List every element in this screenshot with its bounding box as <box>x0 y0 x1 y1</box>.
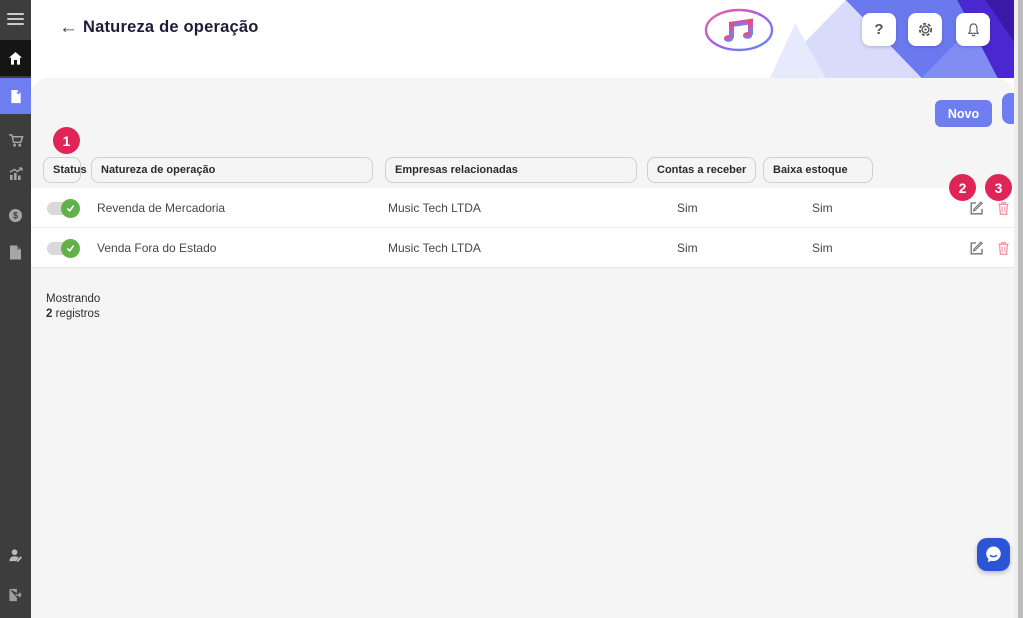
notifications-button[interactable] <box>956 13 990 46</box>
sidebar-item-home[interactable] <box>0 40 31 76</box>
table-row[interactable]: Revenda de Mercadoria Music Tech LTDA Si… <box>31 188 1014 228</box>
hamburger-lines <box>7 10 24 28</box>
vertical-scrollbar[interactable] <box>1014 0 1023 618</box>
cell-baixa-estoque: Sim <box>812 241 833 255</box>
chat-bubble-icon <box>986 546 1001 563</box>
chat-launcher-button[interactable] <box>977 538 1010 571</box>
help-icon: ? <box>874 21 884 38</box>
hamburger-menu-icon[interactable] <box>0 6 31 32</box>
settings-button[interactable] <box>908 13 942 46</box>
sidebar-item-logout[interactable] <box>0 577 31 613</box>
content-card: Novo Status Natureza de operação Empresa… <box>31 78 1014 618</box>
user-edit-icon <box>9 548 23 562</box>
trash-icon <box>998 241 1009 255</box>
sidebar-item-finance[interactable]: $ <box>0 197 31 233</box>
delete-button[interactable] <box>997 201 1010 216</box>
scrollbar-thumb[interactable] <box>1018 0 1023 618</box>
svg-text:$: $ <box>13 210 18 220</box>
new-record-button[interactable]: Novo <box>935 100 992 127</box>
cell-natureza: Venda Fora do Estado <box>97 241 217 255</box>
records-count-number: 2 <box>46 308 53 320</box>
back-arrow-icon[interactable]: ← <box>59 17 78 39</box>
toggle-check-icon <box>61 198 80 218</box>
cell-baixa-estoque: Sim <box>812 201 833 215</box>
logout-icon <box>9 588 22 602</box>
filter-baixa-estoque[interactable]: Baixa estoque <box>763 157 873 183</box>
sidebar-item-profile[interactable] <box>0 537 31 573</box>
dollar-coin-icon: $ <box>8 208 23 222</box>
edit-pencil-icon <box>970 201 983 215</box>
sidebar-item-purchases[interactable] <box>0 122 31 158</box>
filter-empresas-relacionadas[interactable]: Empresas relacionadas <box>385 157 637 183</box>
sidebar-item-documents[interactable] <box>0 78 31 114</box>
records-count-suffix: registros <box>55 308 100 320</box>
cell-contas-a-receber: Sim <box>677 241 698 255</box>
filter-status[interactable]: Status <box>43 157 87 183</box>
settings-gear-icon <box>918 22 932 37</box>
toggle-check-icon <box>61 238 80 258</box>
document-icon <box>10 245 21 259</box>
home-icon <box>8 51 23 65</box>
filter-natureza-de-operacao[interactable]: Natureza de operação <box>91 157 373 183</box>
cell-contas-a-receber: Sim <box>677 201 698 215</box>
delete-button[interactable] <box>997 241 1010 256</box>
cell-empresas: Music Tech LTDA <box>388 241 481 255</box>
edit-pencil-icon <box>970 241 983 255</box>
cell-empresas: Music Tech LTDA <box>388 201 481 215</box>
annotation-badge-2: 2 <box>949 174 976 201</box>
sidebar-item-reports[interactable] <box>0 234 31 270</box>
clipped-button[interactable] <box>1002 93 1014 124</box>
music-notes-logo <box>704 8 774 52</box>
status-toggle[interactable] <box>47 198 80 218</box>
sidebar: $ <box>0 0 31 618</box>
sales-chart-icon <box>9 167 23 180</box>
document-new-icon <box>10 89 21 103</box>
table-row[interactable]: Venda Fora do Estado Music Tech LTDA Sim… <box>31 228 1014 268</box>
filter-contas-a-receber[interactable]: Contas a receber <box>647 157 756 183</box>
showing-label: Mostrando <box>46 293 101 305</box>
help-button[interactable]: ? <box>862 13 896 46</box>
annotation-badge-1: 1 <box>53 127 80 154</box>
trash-icon <box>998 201 1009 215</box>
status-toggle[interactable] <box>47 238 80 258</box>
sidebar-item-sales[interactable] <box>0 156 31 192</box>
top-header: ← Natureza de operação ? <box>31 0 1023 78</box>
annotation-badge-3: 3 <box>985 174 1012 201</box>
records-count: Mostrando 2 registros <box>46 292 100 322</box>
page-title: Natureza de operação <box>83 18 259 36</box>
shopping-cart-icon <box>8 133 24 147</box>
cell-natureza: Revenda de Mercadoria <box>97 201 226 215</box>
notifications-bell-icon <box>967 22 979 36</box>
edit-button[interactable] <box>969 240 985 256</box>
edit-button[interactable] <box>969 200 985 216</box>
